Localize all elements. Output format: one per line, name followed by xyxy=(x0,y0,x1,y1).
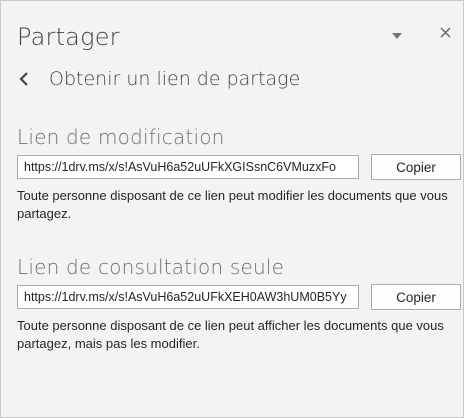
view-link-description: Toute personne disposant de ce lien peut… xyxy=(17,318,444,351)
edit-link-heading: Lien de modification xyxy=(17,125,225,149)
view-link-heading: Lien de consultation seule xyxy=(17,255,285,279)
copy-view-link-button[interactable]: Copier xyxy=(371,284,461,310)
back-label: Obtenir un lien de partage xyxy=(49,68,301,90)
pane-options-button[interactable] xyxy=(385,23,409,47)
chevron-down-icon xyxy=(392,26,402,44)
close-pane-button[interactable] xyxy=(433,22,457,46)
edit-link-field[interactable] xyxy=(17,155,359,179)
pane-title: Partager xyxy=(17,23,120,51)
copy-edit-link-button[interactable]: Copier xyxy=(371,154,461,180)
share-pane: Partager Obtenir un lien de partage Lien… xyxy=(0,0,464,418)
view-link-field[interactable] xyxy=(17,285,359,309)
close-icon xyxy=(440,25,451,43)
edit-link-description: Toute personne disposant de ce lien peut… xyxy=(17,188,448,221)
back-button[interactable]: Obtenir un lien de partage xyxy=(15,63,435,95)
chevron-left-icon xyxy=(15,70,33,88)
pane-header: Partager xyxy=(1,1,463,59)
